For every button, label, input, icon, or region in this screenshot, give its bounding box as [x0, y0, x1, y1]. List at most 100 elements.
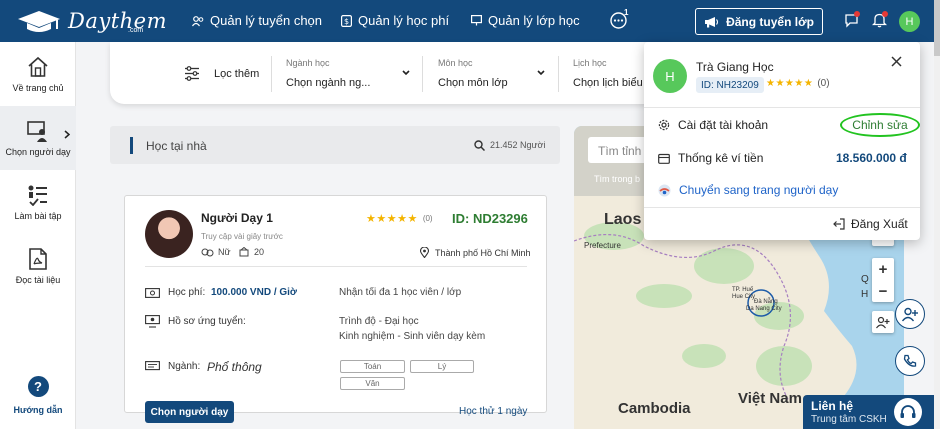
result-strip: Học tại nhà 21.452 Người: [110, 126, 560, 164]
sidebar-item-choose-teacher[interactable]: Chọn người dạy: [0, 106, 76, 170]
filter-divider: [558, 56, 559, 92]
notifications-button[interactable]: [871, 11, 888, 33]
graduation-cap-icon: [18, 11, 60, 32]
sidebar-item-label: Về trang chủ: [12, 82, 64, 93]
top-bar: Daythem .com Quản lý tuyển chọn $ Quản l…: [0, 0, 940, 42]
subject-chip: Toán: [340, 360, 405, 373]
logout-label: Đăng Xuất: [851, 217, 908, 231]
contact-title: Liên hệ: [811, 399, 854, 413]
nav-label: Quản lý tuyển chọn: [210, 13, 323, 28]
city-label: Thành phố Hồ Chí Minh: [435, 247, 531, 258]
account-id-badge: ID: NH23209: [696, 77, 764, 93]
map-label-vietnam: Việt Nam: [738, 390, 802, 407]
map-label-danang: Đà Nẵng: [754, 299, 778, 305]
profile-label: Hồ sơ ứng tuyển:: [168, 316, 246, 327]
nav-tuition-management[interactable]: $ Quản lý học phí: [341, 13, 449, 28]
filter-major[interactable]: Ngành học Chọn ngành ng...: [286, 58, 370, 89]
choose-teacher-button[interactable]: Chọn người dạy: [145, 401, 234, 423]
account-settings-item[interactable]: Cài đặt tài khoản: [658, 118, 768, 132]
account-rating: ★★★★★ (0): [766, 78, 830, 89]
logout-icon: [833, 218, 845, 230]
contact-support[interactable]: Liên hệ Trung tâm CSKH: [803, 395, 934, 429]
sidebar-item-home[interactable]: Về trang chủ: [0, 42, 76, 106]
gender-label: Nữ: [218, 247, 231, 257]
help-button[interactable]: ? Hướng dẫn: [0, 376, 76, 415]
filter-divider: [422, 56, 423, 92]
card-divider: [145, 266, 527, 267]
capacity-text: Nhận tối đa 1 học viên / lớp: [339, 287, 462, 298]
wallet-balance: 18.560.000 đ: [836, 151, 907, 165]
sidebar-item-label: Đọc tài liệu: [15, 274, 61, 285]
zoom-in-button[interactable]: +: [872, 258, 894, 280]
floating-add-user-button[interactable]: [895, 299, 925, 329]
map-label-h: H: [861, 289, 869, 300]
notifications-unread-dot: [882, 11, 888, 17]
chevron-down-icon[interactable]: [402, 70, 410, 76]
close-icon[interactable]: [891, 56, 902, 67]
megaphone-icon: [705, 17, 719, 28]
subject-chip: Văn: [340, 377, 405, 390]
pdf-icon: [29, 247, 47, 270]
home-icon: [28, 56, 48, 77]
phone-icon: [903, 354, 917, 367]
board-icon: [471, 15, 482, 26]
teacher-rating: ★★★★★ (0): [366, 212, 433, 225]
sidebar-item-exercise[interactable]: Làm bài tập: [0, 170, 76, 234]
more-menu-button[interactable]: 1: [610, 8, 628, 34]
logo-text: Daythem: [68, 9, 168, 33]
map-zoom-control: + −: [872, 258, 894, 302]
nav-class-management[interactable]: Quản lý lớp học: [471, 13, 580, 28]
wallet-stats-item[interactable]: Thống kê ví tiền: [658, 151, 763, 165]
nav-selection-management[interactable]: Quản lý tuyển chọn: [192, 13, 322, 28]
help-label: Hướng dẫn: [13, 405, 63, 415]
account-avatar-button[interactable]: H: [899, 11, 920, 32]
teacher-card[interactable]: Người Dạy 1 Truy cập vài giây trước Nữ 2…: [124, 195, 547, 413]
nav-label: Quản lý học phí: [358, 13, 450, 28]
search-icon[interactable]: [474, 140, 485, 151]
degree-text: Trình độ - Đại học: [339, 316, 419, 327]
filter-subject[interactable]: Môn học Chọn môn lớp: [438, 58, 508, 89]
filter-label: Lịch học: [573, 58, 607, 68]
teacher-avatar[interactable]: [145, 210, 193, 258]
messages-unread-dot: [854, 11, 860, 17]
map-label-hue-en: Hue City: [732, 294, 756, 300]
filter-schedule[interactable]: Lịch học Chọn lịch biểu: [573, 58, 643, 89]
fee-value: 100.000 VND / Giờ: [211, 287, 298, 298]
logout-button[interactable]: Đăng Xuất: [833, 217, 908, 231]
experience-text: Kinh nghiệm - Sinh viên dạy kèm: [339, 331, 486, 342]
filter-value: Chọn lịch biểu: [573, 77, 643, 89]
map-label-hue: TP. Huế: [732, 287, 754, 293]
switch-role-icon: [658, 184, 671, 196]
edit-account-button[interactable]: Chỉnh sửa: [840, 113, 920, 137]
trial-link[interactable]: Học thử 1 ngày: [459, 406, 527, 417]
notification-count-badge: 1: [624, 8, 629, 17]
contact-subtitle: Trung tâm CSKH: [811, 414, 887, 425]
star-rating-icon: ★★★★★: [366, 213, 418, 225]
more-filters-button[interactable]: Lọc thêm: [184, 66, 259, 81]
teacher-name[interactable]: Người Dạy 1: [201, 211, 273, 225]
choose-teacher-icon: [27, 120, 47, 142]
map-label-danang-en: Da Nang City: [746, 306, 782, 312]
map-user-add-button[interactable]: [872, 311, 894, 333]
switch-to-teacher-item[interactable]: Chuyển sang trang người dạy: [658, 183, 838, 197]
map-label-q: Q: [861, 274, 869, 285]
post-class-button[interactable]: Đăng tuyển lớp: [695, 8, 823, 35]
page-scrollbar-thumb[interactable]: [934, 0, 940, 56]
strip-accent-bar: [130, 137, 133, 154]
account-settings-label: Cài đặt tài khoản: [678, 118, 769, 132]
floating-call-button[interactable]: [895, 346, 925, 376]
svg-text:$: $: [344, 17, 349, 26]
sidebar-item-documents[interactable]: Đọc tài liệu: [0, 234, 76, 298]
messages-button[interactable]: [844, 11, 860, 33]
account-menu: H Trà Giang Học ID: NH23209 ★★★★★ (0) Cà…: [644, 42, 920, 240]
users-icon: [192, 15, 204, 26]
student-count: 20: [254, 247, 265, 257]
subject-chip: Lý: [410, 360, 474, 373]
learning-mode-label: Học tại nhà: [146, 139, 207, 153]
sidebar: Về trang chủ Chọn người dạy Làm bài tập …: [0, 42, 76, 429]
zoom-out-button[interactable]: −: [872, 280, 894, 302]
page-scrollbar[interactable]: [934, 42, 940, 429]
map-label-laos: Laos: [604, 211, 642, 228]
chevron-down-icon[interactable]: [537, 70, 545, 76]
logo[interactable]: Daythem .com: [16, 8, 167, 34]
